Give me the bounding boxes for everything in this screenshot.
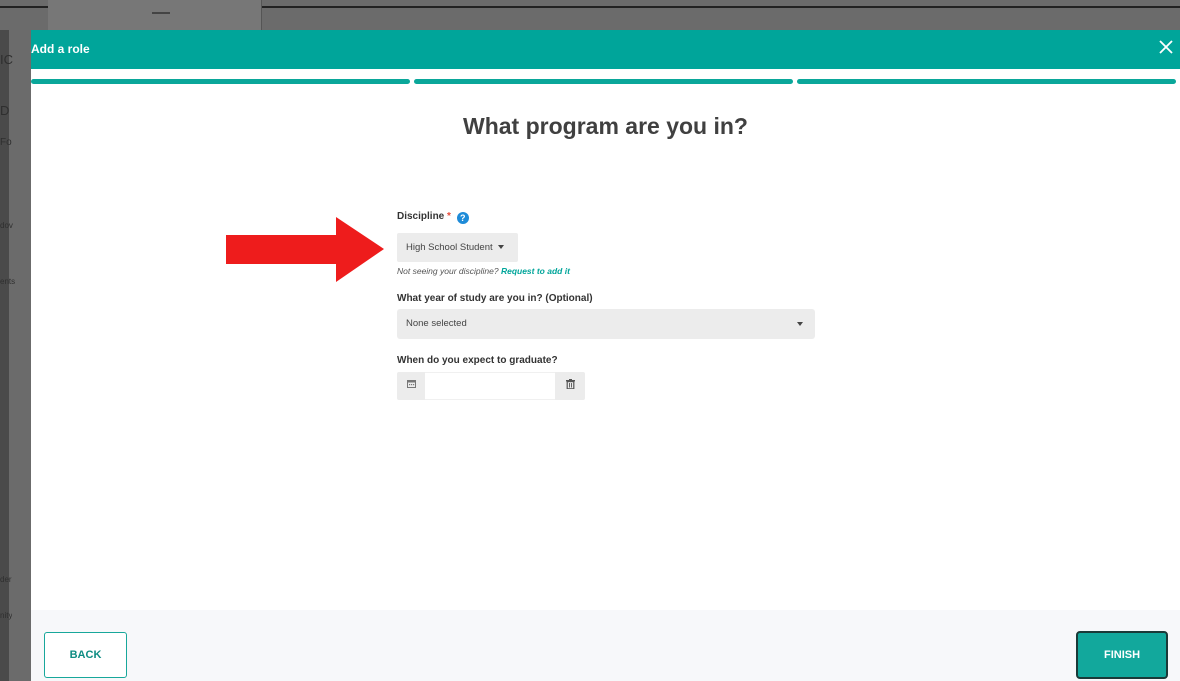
discipline-label: Discipline bbox=[397, 211, 445, 222]
progress-step-1 bbox=[31, 79, 410, 84]
modal-header: Add a role bbox=[31, 30, 1180, 69]
annotation-arrow-icon bbox=[226, 217, 384, 282]
discipline-label-row: Discipline * ? bbox=[397, 211, 469, 224]
background-text-fragment: D bbox=[0, 103, 10, 118]
close-icon-glyph bbox=[1159, 40, 1173, 54]
background-text-fragment: ents bbox=[0, 277, 16, 286]
required-mark: * bbox=[447, 211, 451, 222]
background-tab-handle bbox=[152, 12, 170, 14]
background-text-fragment: IC bbox=[0, 52, 13, 67]
modal-title: Add a role bbox=[31, 42, 90, 56]
page-title: What program are you in? bbox=[463, 113, 748, 139]
finish-button[interactable]: FINISH bbox=[1076, 631, 1168, 679]
discipline-select[interactable]: High School Student bbox=[397, 233, 518, 262]
background-tab bbox=[48, 0, 262, 30]
year-of-study-selected-value: None selected bbox=[406, 318, 467, 329]
request-discipline-link[interactable]: Request to add it bbox=[501, 266, 570, 276]
chevron-down-icon bbox=[797, 322, 803, 326]
background-text-fragment: nity bbox=[0, 611, 13, 620]
background-text-fragment: Fo bbox=[0, 137, 12, 148]
year-of-study-label: What year of study are you in? (Optional… bbox=[397, 293, 593, 304]
trash-icon-glyph bbox=[565, 379, 575, 390]
background-text-fragment: der bbox=[0, 575, 12, 584]
calendar-icon-glyph bbox=[406, 380, 416, 388]
year-of-study-select[interactable]: None selected bbox=[397, 309, 815, 339]
modal-footer: BACK FINISH bbox=[31, 610, 1180, 681]
progress-step-2 bbox=[414, 79, 793, 84]
calendar-icon[interactable] bbox=[397, 372, 425, 400]
close-icon[interactable] bbox=[1156, 38, 1176, 58]
progress-step-3 bbox=[797, 79, 1176, 84]
back-button[interactable]: BACK bbox=[44, 632, 127, 678]
help-icon[interactable]: ? bbox=[456, 212, 469, 224]
progress-bar bbox=[31, 79, 1180, 84]
graduation-date-picker bbox=[397, 372, 585, 400]
discipline-selected-value: High School Student bbox=[406, 242, 493, 253]
discipline-hint-text: Not seeing your discipline? bbox=[397, 266, 501, 276]
add-role-modal: Add a role What program are you in? Disc… bbox=[31, 30, 1180, 681]
background-text-fragment: dov bbox=[0, 221, 13, 230]
chevron-down-icon bbox=[497, 245, 504, 250]
graduation-label: When do you expect to graduate? bbox=[397, 355, 558, 366]
graduation-date-input[interactable] bbox=[425, 372, 555, 400]
trash-icon[interactable] bbox=[555, 372, 585, 400]
discipline-hint: Not seeing your discipline? Request to a… bbox=[397, 266, 570, 276]
